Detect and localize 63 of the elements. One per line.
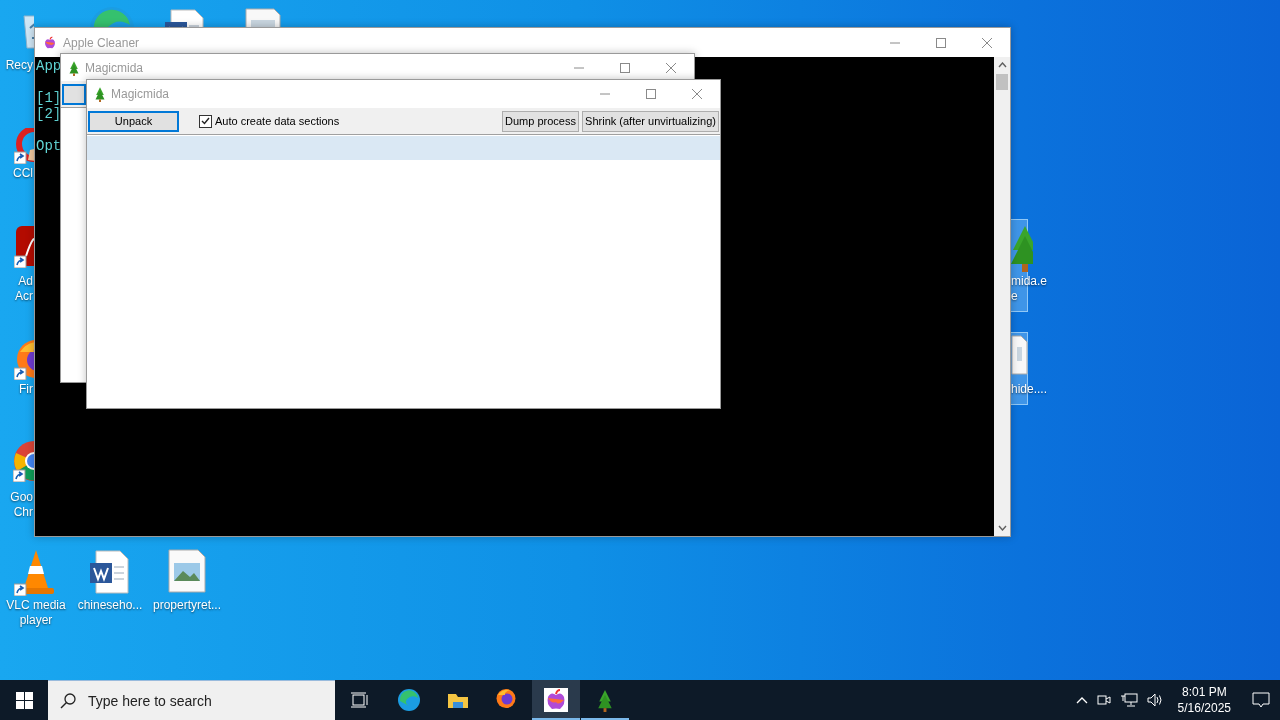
icon-label: propertyret... (152, 598, 222, 613)
image-file-icon[interactable] (168, 549, 206, 593)
icon-label: VLC media (5, 598, 67, 613)
check-icon (201, 117, 210, 125)
window-title: Magicmida (111, 87, 171, 101)
console-line: App (36, 58, 62, 74)
pdf-icon[interactable] (14, 224, 34, 268)
icon-label: player (18, 613, 54, 628)
console-line: Opt (36, 138, 62, 154)
icon-label: Goo (9, 490, 33, 505)
dump-button[interactable]: Dump process (502, 110, 579, 132)
window-title: Apple Cleaner (63, 35, 141, 50)
checkbox[interactable] (199, 114, 212, 128)
network-icon[interactable] (1119, 693, 1138, 707)
chevron-up-icon[interactable] (1075, 696, 1088, 704)
icon-label: Recy (4, 58, 33, 73)
console-line: [1] (36, 90, 62, 106)
icon-label: chineseho... (76, 598, 144, 613)
icon-label: CCl (12, 166, 33, 181)
tree-icon (95, 86, 105, 102)
icon-label: Acr (14, 289, 33, 304)
close-icon[interactable] (691, 88, 703, 100)
notification-icon[interactable] (1252, 692, 1270, 708)
cleaner-icon[interactable] (14, 128, 34, 164)
icon-label: hide.... (1011, 382, 1049, 397)
icon-label: Fir (18, 382, 33, 397)
icon-label: e (1011, 289, 1019, 304)
task-view-icon (351, 692, 369, 708)
clock-date[interactable]: 5/16/2025 (1177, 700, 1231, 716)
close-icon[interactable] (665, 61, 677, 74)
apple-icon[interactable] (544, 688, 568, 712)
toolbar-button[interactable] (62, 83, 86, 105)
close-icon[interactable] (981, 36, 993, 49)
icon-label: Ad (17, 274, 33, 289)
search-placeholder: Type here to search (88, 692, 212, 709)
icon-label: mida.e (1011, 274, 1049, 289)
windows-icon (15, 691, 33, 709)
taskbar-app[interactable] (532, 680, 580, 720)
scrollbar-thumb[interactable] (996, 74, 1008, 90)
document-icon[interactable] (90, 549, 130, 595)
tree-icon (69, 59, 79, 76)
volume-icon[interactable] (1146, 693, 1165, 707)
clock-time[interactable]: 8:01 PM (1181, 684, 1227, 700)
scroll-down-icon[interactable] (997, 525, 1007, 531)
file-icon[interactable] (1011, 335, 1028, 375)
icon-label: Chr (12, 505, 33, 520)
checkbox-label: Auto create data sections (215, 115, 340, 127)
scroll-up-icon[interactable] (997, 62, 1007, 68)
maximize-icon[interactable] (645, 88, 657, 100)
scrollbar[interactable] (994, 57, 1010, 536)
shrink-button[interactable]: Shrink (after unvirtualizing) (582, 110, 719, 132)
maximize-icon[interactable] (935, 36, 947, 49)
camera-icon[interactable] (1096, 693, 1111, 707)
search-field[interactable]: Type here to search (48, 680, 335, 720)
browser-icon[interactable] (397, 688, 421, 712)
unpack-button[interactable]: Unpack (88, 110, 179, 132)
console-line: [2] (36, 106, 62, 122)
apple-icon (43, 35, 57, 50)
document-icon[interactable] (165, 8, 205, 27)
window-title: Magicmida (85, 60, 145, 75)
file-icon[interactable] (245, 8, 281, 27)
maximize-icon[interactable] (619, 61, 631, 74)
search-icon (60, 692, 76, 709)
